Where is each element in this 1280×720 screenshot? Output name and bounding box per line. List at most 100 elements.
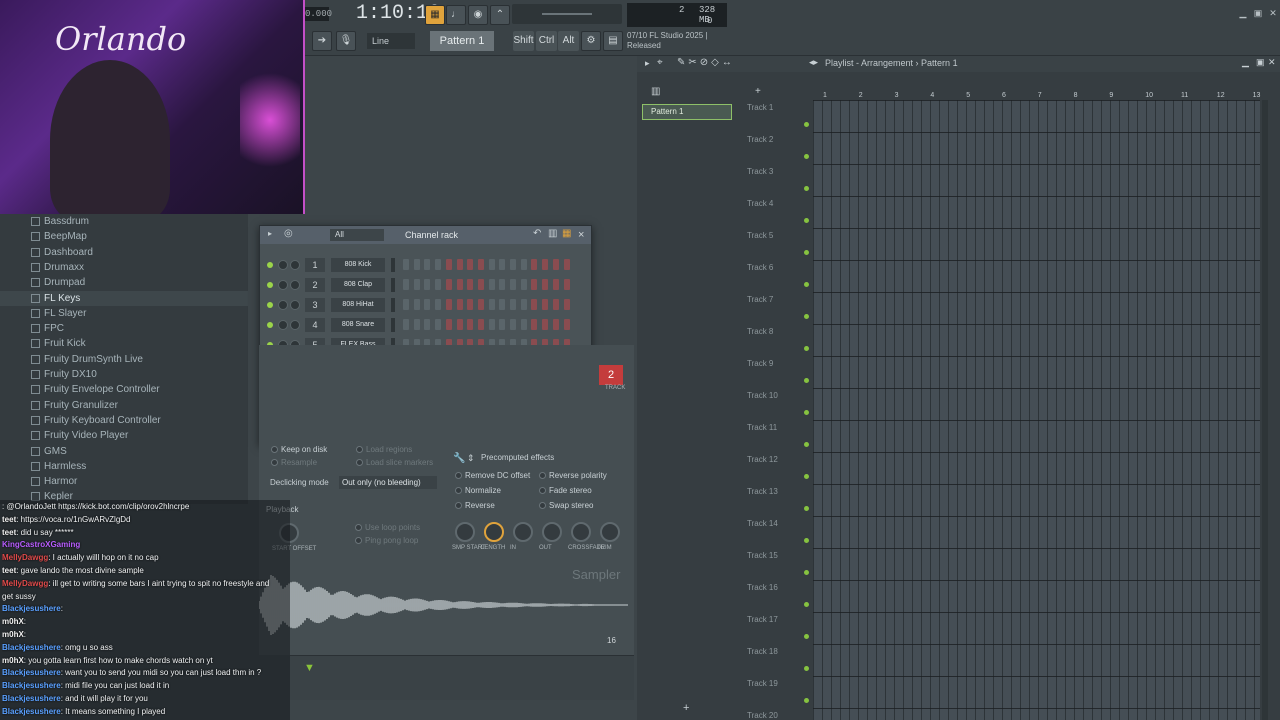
step-button[interactable]: [403, 259, 409, 270]
volume-knob[interactable]: [290, 320, 300, 330]
picker-icon[interactable]: ▥: [651, 86, 660, 97]
declicking-mode-select[interactable]: Out only (no bleeding): [339, 476, 437, 489]
load-slice-markers-radio[interactable]: [356, 459, 363, 466]
step-button[interactable]: [531, 299, 538, 310]
fade-stereo-radio[interactable]: [539, 487, 546, 494]
step-button[interactable]: [510, 259, 516, 270]
step-button[interactable]: [542, 319, 549, 330]
ruler-bar-number[interactable]: 9: [1109, 92, 1113, 99]
metronome-icon[interactable]: ♩: [446, 5, 466, 25]
step-button[interactable]: [435, 319, 442, 330]
mixer-track-box[interactable]: 1: [305, 258, 325, 272]
close-icon[interactable]: ✕: [1267, 8, 1279, 18]
step-button[interactable]: [552, 299, 559, 310]
browser-item[interactable]: Dashboard: [0, 245, 248, 260]
vertical-scrollbar[interactable]: [1262, 100, 1268, 720]
step-button[interactable]: [435, 279, 442, 290]
browser-item[interactable]: BeepMap: [0, 229, 248, 244]
master-pitch-slider[interactable]: [512, 4, 622, 24]
ruler-bar-number[interactable]: 11: [1181, 92, 1188, 99]
ruler-bar-number[interactable]: 13: [1253, 92, 1261, 99]
sampler-knob[interactable]: [455, 522, 475, 542]
sampler-knob[interactable]: [571, 522, 591, 542]
step-button[interactable]: [445, 279, 452, 290]
browser-item[interactable]: Fruity Granulizer: [0, 398, 248, 413]
ctrl-key-button[interactable]: Ctrl: [536, 31, 557, 51]
remove-dc-radio[interactable]: [455, 472, 462, 479]
step-button[interactable]: [510, 299, 516, 310]
swing-icon[interactable]: ◎: [284, 228, 293, 239]
pan-knob[interactable]: [278, 280, 288, 290]
ruler-bar-number[interactable]: 4: [930, 92, 934, 99]
browser-item[interactable]: Harmor: [0, 474, 248, 489]
step-button[interactable]: [445, 319, 452, 330]
step-button[interactable]: [477, 299, 484, 310]
step-button[interactable]: [510, 279, 516, 290]
titlebar-arrow-icon[interactable]: ◂▸: [809, 57, 818, 68]
track-enable-icon[interactable]: [804, 410, 809, 415]
step-button[interactable]: [435, 259, 442, 270]
track-header[interactable]: Track 6: [747, 263, 807, 295]
snap-mode-select[interactable]: Line: [367, 33, 415, 49]
step-button[interactable]: [563, 279, 570, 290]
pan-knob[interactable]: [278, 260, 288, 270]
song-position-display[interactable]: 1:10:16: [356, 2, 440, 26]
track-header[interactable]: Track 15: [747, 551, 807, 583]
ruler-bar-number[interactable]: 1: [823, 92, 827, 99]
reverse-polarity-radio[interactable]: [539, 472, 546, 479]
pan-knob[interactable]: [278, 320, 288, 330]
ruler-bar-number[interactable]: 8: [1074, 92, 1078, 99]
step-button[interactable]: [477, 259, 484, 270]
restore-icon[interactable]: ▣: [1252, 8, 1264, 18]
browser-item[interactable]: Fruity DrumSynth Live: [0, 352, 248, 367]
step-button[interactable]: [403, 299, 409, 310]
step-button[interactable]: [467, 299, 474, 310]
mixer-track-box[interactable]: 3: [305, 298, 325, 312]
track-enable-icon[interactable]: [804, 378, 809, 383]
track-enable-icon[interactable]: [804, 602, 809, 607]
channel-name-button[interactable]: 808 Snare: [331, 318, 385, 332]
track-header[interactable]: Track 5: [747, 231, 807, 263]
step-button[interactable]: [499, 299, 506, 310]
minimize-icon[interactable]: ▁: [1237, 8, 1249, 18]
volume-knob[interactable]: [290, 300, 300, 310]
ruler-bar-number[interactable]: 7: [1038, 92, 1042, 99]
mute-led-icon[interactable]: [267, 302, 273, 308]
track-header[interactable]: Track 4: [747, 199, 807, 231]
step-button[interactable]: [424, 279, 431, 290]
track-enable-icon[interactable]: [804, 122, 809, 127]
track-enable-icon[interactable]: [804, 538, 809, 543]
browser-item[interactable]: Fruity Keyboard Controller: [0, 413, 248, 428]
channel-select-bar[interactable]: [391, 298, 395, 312]
wrench-icon[interactable]: 🔧: [453, 453, 465, 464]
channel-name-button[interactable]: 808 HiHat: [331, 298, 385, 312]
track-header[interactable]: Track 18: [747, 647, 807, 679]
step-button[interactable]: [510, 319, 516, 330]
pattern-song-toggle-icon[interactable]: ▦: [425, 5, 445, 25]
track-header[interactable]: Track 19: [747, 679, 807, 711]
step-button[interactable]: [477, 279, 484, 290]
step-button[interactable]: [552, 319, 559, 330]
browser-item[interactable]: Fruity DX10: [0, 367, 248, 382]
track-enable-icon[interactable]: [804, 442, 809, 447]
step-button[interactable]: [456, 259, 463, 270]
mute-led-icon[interactable]: [267, 322, 273, 328]
step-button[interactable]: [563, 319, 570, 330]
channel-filter-select[interactable]: All: [330, 229, 384, 241]
track-enable-icon[interactable]: [804, 314, 809, 319]
step-button[interactable]: [499, 319, 506, 330]
browser-item[interactable]: Bassdrum: [0, 214, 248, 229]
step-button[interactable]: [488, 259, 495, 270]
arrow-updown-icon[interactable]: ⇕: [467, 453, 475, 464]
volume-knob[interactable]: [290, 280, 300, 290]
step-button[interactable]: [520, 319, 527, 330]
step-button[interactable]: [488, 319, 495, 330]
step-button[interactable]: [403, 319, 409, 330]
sampler-knob[interactable]: [542, 522, 562, 542]
tool-icons[interactable]: ✎✂⊘◇↔: [677, 57, 735, 68]
step-button[interactable]: [542, 279, 549, 290]
menu-arrow-icon[interactable]: ▸: [268, 229, 272, 238]
play-arrow-icon[interactable]: ➔: [312, 31, 332, 51]
track-enable-icon[interactable]: [804, 634, 809, 639]
channel-select-bar[interactable]: [391, 258, 395, 272]
